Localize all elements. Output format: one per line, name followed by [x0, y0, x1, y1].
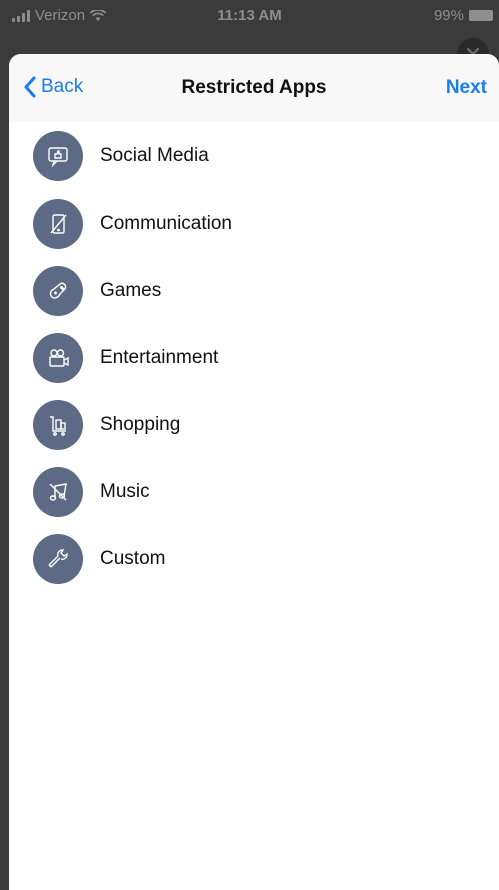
list-item-custom[interactable]: Custom: [9, 528, 499, 590]
status-bar: Verizon 11:13 AM 99%: [0, 0, 499, 36]
list-item-shopping[interactable]: Shopping: [9, 394, 499, 456]
navigation-bar: Back Restricted Apps Next: [9, 54, 499, 122]
entertainment-icon: [33, 333, 83, 383]
social-media-icon: [33, 131, 83, 181]
games-icon: [33, 266, 83, 316]
list-item-games[interactable]: Games: [9, 260, 499, 322]
status-time: 11:13 AM: [217, 7, 282, 24]
shopping-icon: [33, 400, 83, 450]
communication-icon: [33, 199, 83, 249]
list-item-social-media[interactable]: Social Media: [9, 125, 499, 187]
battery-icon: [469, 10, 493, 21]
list-item-entertainment[interactable]: Entertainment: [9, 327, 499, 389]
restricted-apps-sheet: Back Restricted Apps Next Social Media C…: [9, 54, 499, 890]
list-item-music[interactable]: Music: [9, 461, 499, 523]
list-item-label: Shopping: [100, 414, 181, 435]
custom-icon: [33, 534, 83, 584]
battery-percent: 99%: [433, 7, 464, 24]
list-item-label: Entertainment: [100, 347, 219, 368]
list-item-label: Music: [100, 481, 150, 502]
next-button[interactable]: Next: [446, 77, 487, 99]
music-icon: [33, 467, 83, 517]
list-item-label: Social Media: [100, 145, 209, 166]
list-item-label: Communication: [100, 213, 232, 234]
list-item-label: Games: [100, 280, 162, 301]
page-title: Restricted Apps: [181, 77, 327, 98]
list-item-label: Custom: [100, 548, 166, 569]
status-right: 99%: [434, 7, 493, 24]
list-item-communication[interactable]: Communication: [9, 193, 499, 255]
